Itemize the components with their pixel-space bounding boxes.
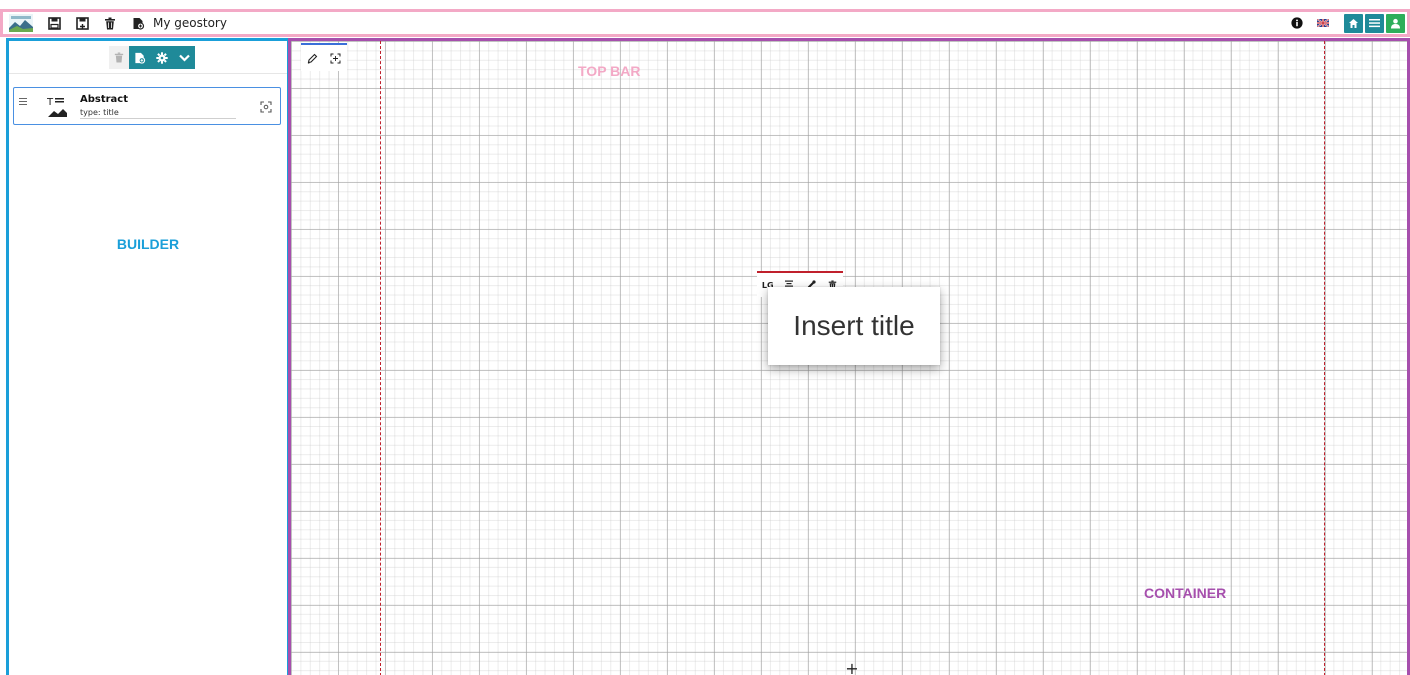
svg-text:T: T	[47, 97, 54, 108]
user-button[interactable]	[1386, 13, 1405, 33]
home-button[interactable]	[1344, 13, 1363, 33]
info-icon[interactable]	[1290, 16, 1304, 30]
expand-icon[interactable]	[329, 51, 343, 65]
story-container: TOP BAR LG Insert title CONTAINER +	[288, 38, 1410, 675]
save-as-icon[interactable]	[75, 16, 89, 30]
builder-area-label: BUILDER	[116, 236, 180, 252]
menu-button[interactable]	[1365, 13, 1384, 33]
add-section-button[interactable]: +	[844, 661, 860, 675]
builder-panel: T Abstract BUILDER	[6, 38, 290, 675]
top-bar-right	[1290, 12, 1405, 34]
builder-toolbar	[9, 41, 287, 74]
title-block[interactable]: Insert title	[768, 287, 940, 365]
builder-delete-button[interactable]	[109, 46, 129, 69]
app-logo	[9, 14, 33, 32]
settings-icon	[156, 51, 168, 64]
title-section-icon: T	[46, 96, 71, 118]
builder-add-section-button[interactable]	[129, 46, 151, 69]
section-type-field[interactable]	[80, 108, 236, 119]
right-content-guide	[1324, 41, 1325, 675]
language-flag-icon[interactable]	[1316, 16, 1330, 30]
container-toolbar	[301, 43, 347, 71]
builder-collapse-button[interactable]	[173, 46, 195, 69]
home-icon	[1349, 18, 1358, 28]
save-icon[interactable]	[47, 16, 61, 30]
trash-icon	[114, 52, 124, 63]
top-bar-left: My geostory	[9, 12, 227, 34]
left-content-guide	[380, 41, 381, 675]
builder-toolbar-buttons	[109, 46, 195, 69]
builder-settings-button[interactable]	[151, 46, 173, 69]
top-bar-area-label: TOP BAR	[578, 63, 641, 79]
add-section-icon	[135, 52, 146, 64]
user-icon	[1391, 18, 1400, 28]
chevron-down-icon	[178, 54, 190, 62]
trash-icon[interactable]	[103, 16, 117, 30]
story-file-icon[interactable]	[131, 16, 145, 30]
pencil-icon[interactable]	[306, 51, 320, 65]
top-bar: My geostory	[0, 9, 1410, 37]
title-text[interactable]: Insert title	[793, 310, 914, 342]
section-card-abstract[interactable]: T Abstract	[13, 87, 281, 125]
menu-icon	[1369, 19, 1380, 28]
focus-section-icon[interactable]	[260, 98, 274, 113]
drag-handle-icon[interactable]	[19, 90, 29, 105]
story-title: My geostory	[153, 16, 227, 30]
container-area-label: CONTAINER	[1144, 585, 1227, 601]
section-card-title: Abstract	[80, 94, 129, 105]
